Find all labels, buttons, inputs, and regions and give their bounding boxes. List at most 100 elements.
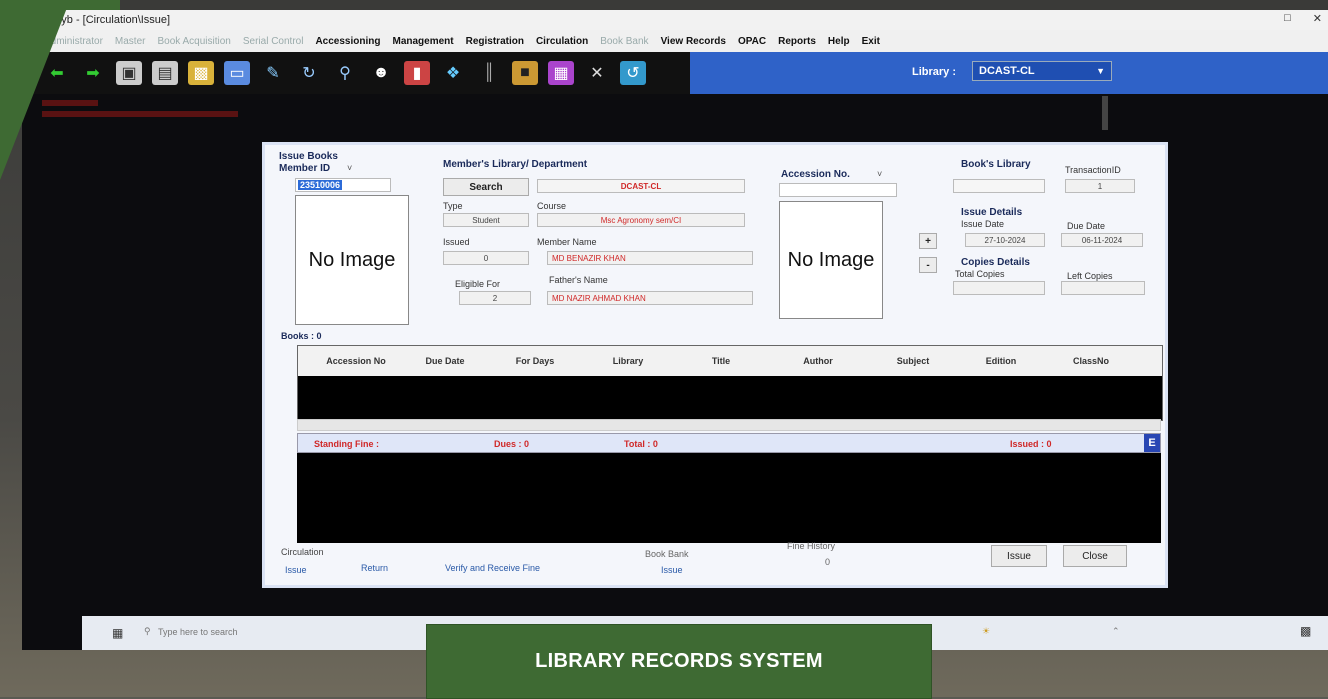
taskbar-search-input[interactable]: Type here to search [158,627,238,637]
col-due-date[interactable]: Due Date [400,346,490,376]
issue-date-field[interactable]: 27-10-2024 [965,233,1045,247]
member-id-value: 23510006 [298,180,343,190]
total-copies-label: Total Copies [955,269,1005,279]
menu-bar: Administrator Master Book Acquisition Se… [22,30,1328,52]
member-id-field[interactable]: 23510006 [295,178,391,192]
menu-master: Master [114,35,146,47]
member-no-image: No Image [308,248,396,271]
shelf-icon[interactable]: ║ [476,61,502,85]
search-icon: ⚲ [144,626,151,636]
horizontal-scrollbar[interactable] [297,419,1161,431]
col-library[interactable]: Library [580,346,676,376]
screen: ● LibCyb - [Circulation\Issue] □ ✕ Admini… [22,10,1328,650]
total-copies-field [953,281,1045,295]
close-button[interactable]: Close [1063,545,1127,567]
computer-icon[interactable]: ▣ [116,61,142,85]
network-icon[interactable]: ▤ [152,61,178,85]
fine-history-label: Fine History [787,541,836,551]
menu-serial-control: Serial Control [242,35,304,47]
books-table[interactable]: Accession No Due Date For Days Library T… [297,345,1163,421]
books-library-field [953,179,1045,193]
eligible-label: Eligible For [455,279,501,289]
dues-label: Dues : 0 [494,439,530,449]
close-window-icon[interactable]: ✕ [1313,12,1322,25]
search-button[interactable]: Search [443,178,529,196]
menu-exit[interactable]: Exit [862,36,880,47]
library-band: Library : DCAST-CL ▼ [690,52,1328,94]
user-icon[interactable]: ☻ [368,61,394,85]
due-date-field[interactable]: 06-11-2024 [1061,233,1143,247]
col-accession[interactable]: Accession No [312,346,400,376]
book-icon[interactable]: ▮ [404,61,430,85]
add-button[interactable]: + [919,233,937,249]
col-subject[interactable]: Subject [870,346,956,376]
scissors-icon[interactable]: ✕ [584,61,610,85]
menu-management[interactable]: Management [392,36,453,47]
menu-help[interactable]: Help [828,36,850,47]
member-id-label: Member ID [279,163,331,174]
due-date-label: Due Date [1067,221,1106,231]
restore-icon[interactable]: □ [1284,12,1291,25]
library-select[interactable]: DCAST-CL ▼ [972,61,1112,81]
member-name-label: Member Name [537,237,597,247]
menu-reports[interactable]: Reports [778,36,816,47]
dialog-title: Issue Books [279,151,338,162]
monitor-icon[interactable]: ▭ [224,61,250,85]
document-icon[interactable]: ✎ [260,61,286,85]
remove-button[interactable]: - [919,257,937,273]
title-bar: ● LibCyb - [Circulation\Issue] □ ✕ [22,10,1328,30]
issue-button[interactable]: Issue [991,545,1047,567]
windows-start-icon[interactable]: ▦ [112,626,123,640]
col-title[interactable]: Title [676,346,766,376]
books-icon[interactable]: ■ [512,61,538,85]
accession-chevron-icon[interactable]: ˅ [877,169,882,179]
user-info [42,100,238,117]
menu-opac[interactable]: OPAC [738,36,766,47]
divider [1102,96,1108,130]
member-library-field: DCAST-CL [537,179,745,193]
library-label: Library : [912,66,957,78]
notification-icon[interactable]: ▩ [1300,624,1311,638]
menu-book-acquisition: Book Acquisition [157,35,231,47]
circulation-return-link[interactable]: Return [361,563,388,573]
verify-fine-link[interactable]: Verify and Receive Fine [445,563,540,573]
transaction-field: 1 [1065,179,1135,193]
chart-icon[interactable]: ▦ [548,61,574,85]
refresh-icon[interactable]: ↻ [296,61,322,85]
menu-view-records[interactable]: View Records [661,36,726,47]
menu-accessioning[interactable]: Accessioning [315,36,380,47]
book-photo: No Image [779,201,883,319]
issue-details-label: Issue Details [961,207,1023,218]
folder-icon[interactable]: ▩ [188,61,214,85]
e-button[interactable]: E [1144,434,1160,452]
col-for-days[interactable]: For Days [490,346,580,376]
standing-fine-label: Standing Fine : [314,439,379,449]
menu-circulation[interactable]: Circulation [536,36,588,47]
system-tray-icon[interactable]: ⌃ [1112,626,1120,637]
tools-icon[interactable]: ❖ [440,61,466,85]
fine-table[interactable] [297,453,1161,543]
book-bank-issue-link[interactable]: Issue [661,565,683,575]
accession-input[interactable] [779,183,897,197]
circulation-issue-link[interactable]: Issue [285,565,307,575]
transaction-label: TransactionID [1065,165,1121,175]
member-name-field: MD BENAZIR KHAN [547,251,753,265]
course-field: Msc Agronomy sem/CI [537,213,745,227]
sync-icon[interactable]: ↺ [620,61,646,85]
menu-book-bank: Book Bank [600,35,649,47]
magnifier-icon[interactable]: ⚲ [332,61,358,85]
monitor-frame: ● LibCyb - [Circulation\Issue] □ ✕ Admini… [0,0,1328,697]
toolbar: ⬅ ➡ ▣ ▤ ▩ ▭ ✎ ↻ ⚲ ☻ ▮ ❖ ║ ■ ▦ ✕ ↺ [22,52,712,94]
col-classno[interactable]: ClassNo [1046,346,1136,376]
col-edition[interactable]: Edition [956,346,1046,376]
course-label: Course [537,201,567,211]
member-photo: No Image [295,195,409,325]
col-author[interactable]: Author [766,346,870,376]
type-label: Type [443,201,463,211]
row-selector-header [298,346,312,376]
father-name-field: MD NAZIR AHMAD KHAN [547,291,753,305]
menu-registration[interactable]: Registration [466,36,524,47]
forward-arrow-icon[interactable]: ➡ [80,61,106,85]
copies-details-label: Copies Details [961,257,1030,268]
member-id-chevron-icon[interactable]: ˅ [347,163,352,173]
